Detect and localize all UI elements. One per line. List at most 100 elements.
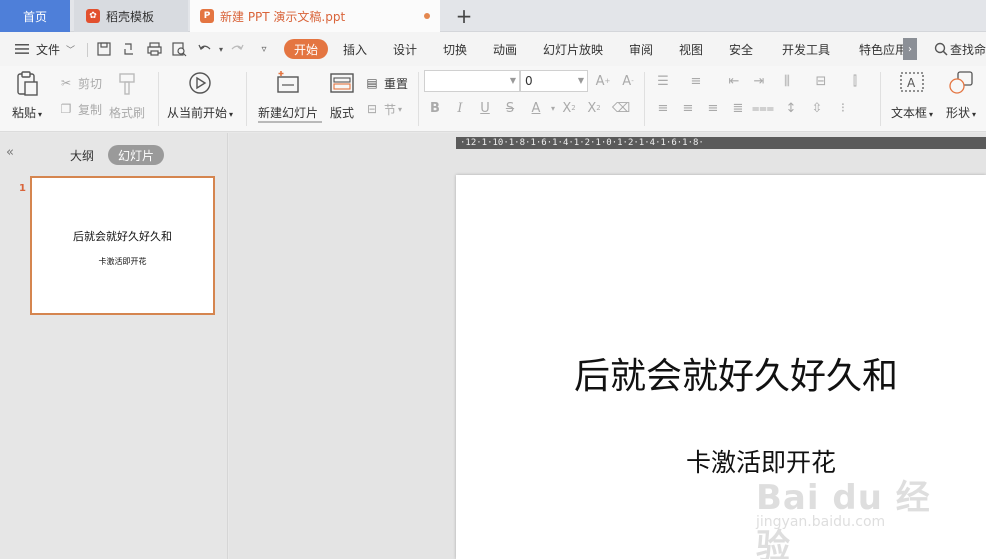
redo-icon[interactable]	[229, 41, 245, 57]
menu-file-label: 文件	[36, 42, 61, 57]
watermark-url: jingyan.baidu.com	[756, 514, 886, 530]
play-icon	[187, 70, 213, 96]
menu-scroll-right-icon[interactable]: ›	[903, 38, 917, 60]
ruler-labels: ·12·1·10·1·8·1·6·1·4·1·2·1·0·1·2·1·4·1·6…	[460, 138, 704, 148]
copy-icon: ❐	[60, 102, 72, 116]
smartart-icon[interactable]: ⁝	[834, 99, 852, 117]
text-box-dropdown-icon: ▾	[929, 110, 934, 119]
menu-tab-developer[interactable]: 开发工具	[782, 39, 830, 59]
hamburger-icon[interactable]	[14, 41, 30, 57]
slide-title[interactable]: 后就会就好久好久和	[456, 347, 986, 399]
search-command[interactable]: 查找命	[950, 39, 986, 59]
italic-icon[interactable]: I	[451, 99, 469, 117]
tab-document-label: 新建 PPT 演示文稿.ppt	[220, 9, 346, 24]
new-slide-icon	[275, 70, 301, 96]
slide-number: 1	[19, 183, 26, 194]
print-preview-icon[interactable]	[171, 41, 187, 57]
ppt-file-icon: P	[200, 9, 214, 23]
tab-document[interactable]: P 新建 PPT 演示文稿.ppt	[190, 0, 440, 32]
align-text-icon[interactable]: ⊟	[812, 72, 830, 90]
increase-font-icon[interactable]: A +	[594, 72, 612, 90]
menu-tab-insert[interactable]: 插入	[343, 39, 367, 59]
decrease-indent-icon[interactable]: ⇤	[725, 72, 743, 90]
undo-dropdown-icon[interactable]: ▾	[213, 41, 229, 57]
format-painter-button[interactable]: 格式刷	[109, 70, 145, 121]
chevron-down-icon: ﹀	[66, 45, 76, 56]
copy-button[interactable]: ❐ 复制	[58, 100, 102, 118]
text-box-label: 文本框	[891, 106, 928, 120]
superscript-icon[interactable]: X2	[560, 99, 578, 117]
tab-slides[interactable]: 幻灯片	[108, 145, 165, 165]
thumbnail-title: 后就会就好久好久和	[73, 230, 172, 243]
customize-toolbar-icon[interactable]: ▿	[256, 41, 272, 57]
brush-icon	[114, 70, 140, 96]
reset-label: 重置	[384, 76, 409, 91]
slide-panel: « 大纲 幻灯片 1 后就会就好久好久和 卡激活即开花	[0, 133, 228, 559]
bullet-list-icon[interactable]: ☰	[654, 72, 672, 90]
menu-tab-slideshow[interactable]: 幻灯片放映	[543, 39, 603, 59]
menu-tab-security[interactable]: 安全	[729, 39, 753, 59]
paragraph-spacing-icon[interactable]: ⇳	[808, 99, 826, 117]
layout-button[interactable]: 版式	[329, 70, 355, 121]
new-tab-button[interactable]: +	[452, 4, 476, 28]
reset-button[interactable]: ▤ 重置	[364, 74, 408, 92]
menu-tab-home[interactable]: 开始	[284, 39, 329, 59]
slide-thumbnail[interactable]: 后就会就好久好久和 卡激活即开花	[30, 176, 215, 315]
save-icon[interactable]	[96, 41, 112, 57]
font-color-icon[interactable]: A	[527, 99, 545, 117]
bold-icon[interactable]: B	[426, 99, 444, 117]
play-from-current-button[interactable]: 从当前开始 ▾	[167, 70, 233, 121]
menu-tab-view[interactable]: 视图	[679, 39, 703, 59]
menu-tab-design[interactable]: 设计	[393, 39, 417, 59]
strikethrough-icon[interactable]: S	[501, 99, 519, 117]
line-spacing-icon[interactable]: ↕	[782, 99, 800, 117]
paste-button[interactable]: 粘贴 ▾	[12, 70, 42, 121]
tab-home[interactable]: 首页	[0, 0, 70, 32]
section-label: 节	[384, 102, 397, 117]
unsaved-dot-icon	[424, 13, 430, 19]
menu-divider	[87, 43, 88, 57]
tab-bar: 首页 ✿ 稻壳模板 P 新建 PPT 演示文稿.ppt +	[0, 0, 986, 32]
justify-icon[interactable]: ≣	[729, 99, 747, 117]
baidu-jingyan-watermark: Bai du 经验 jingyan.baidu.com	[756, 470, 936, 559]
text-box-button[interactable]: A 文本框 ▾	[891, 70, 933, 121]
collapse-panel-icon[interactable]: «	[6, 145, 14, 160]
align-left-icon[interactable]: ≡	[654, 99, 672, 117]
paste-icon	[14, 70, 40, 96]
decrease-font-icon[interactable]: A-	[619, 72, 637, 90]
export-icon[interactable]	[121, 41, 137, 57]
distributed-icon[interactable]: ⩶	[752, 99, 774, 117]
ribbon: 粘贴▾ ✂ 剪切 ❐ 复制 格式刷 从当前开始▾ 新建幻灯片 版式 ▤ 重置	[0, 66, 986, 132]
undo-icon[interactable]	[197, 41, 213, 57]
font-size-select[interactable]: 0 ▼	[520, 70, 588, 92]
menu-tab-animation[interactable]: 动画	[493, 39, 517, 59]
menu-tab-review[interactable]: 审阅	[629, 39, 653, 59]
search-icon[interactable]	[933, 41, 949, 57]
increase-indent-icon[interactable]: ⇥	[750, 72, 768, 90]
shape-button[interactable]: 形状 ▾	[946, 70, 976, 121]
section-dropdown-icon: ▾	[398, 104, 403, 114]
align-right-icon[interactable]: ≡	[704, 99, 722, 117]
menu-file[interactable]: 文件 ﹀	[36, 39, 75, 59]
section-button[interactable]: ⊟ 节 ▾	[364, 100, 402, 118]
text-direction-icon[interactable]: ⫼	[778, 72, 796, 90]
new-slide-button[interactable]: 新建幻灯片	[258, 70, 318, 121]
columns-icon[interactable]: ⫿	[846, 72, 864, 90]
tab-outline[interactable]: 大纲	[70, 145, 94, 165]
clear-format-icon[interactable]: ⌫	[612, 99, 630, 117]
reset-icon: ▤	[366, 76, 378, 90]
scissors-icon: ✂	[60, 76, 72, 90]
tab-template[interactable]: ✿ 稻壳模板	[74, 0, 188, 32]
print-icon[interactable]	[146, 41, 162, 57]
menu-tab-transition[interactable]: 切换	[443, 39, 467, 59]
horizontal-ruler[interactable]: ·12·1·10·1·8·1·6·1·4·1·2·1·0·1·2·1·4·1·6…	[456, 137, 986, 149]
font-name-select[interactable]: ▼	[424, 70, 520, 92]
underline-icon[interactable]: U	[476, 99, 494, 117]
align-center-icon[interactable]: ≡	[679, 99, 697, 117]
menu-tab-features[interactable]: 特色应用	[859, 39, 907, 59]
numbered-list-icon[interactable]: ≡	[687, 72, 705, 90]
menu-bar: 文件 ﹀ ▾ ▿ 开始 插入 设计 切换 动画 幻灯片放映 审阅 视图 安全 开…	[0, 32, 986, 66]
section-icon: ⊟	[366, 102, 378, 116]
subscript-icon[interactable]: X2	[585, 99, 603, 117]
cut-button[interactable]: ✂ 剪切	[58, 74, 102, 92]
